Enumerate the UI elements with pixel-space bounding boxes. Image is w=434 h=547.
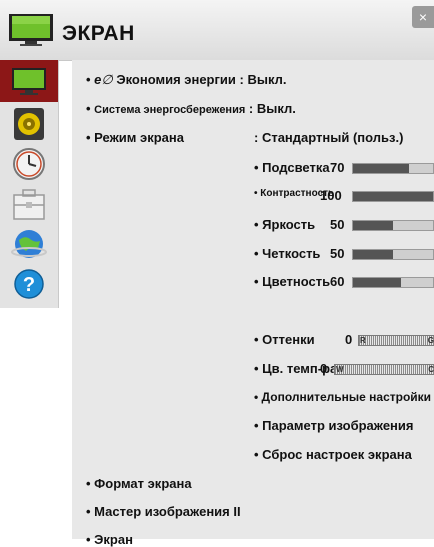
clock-icon [13, 148, 45, 180]
setting-slider[interactable] [352, 277, 434, 288]
setting-value: 60 [330, 274, 345, 289]
menu-item-aspect[interactable]: Формат экрана [86, 476, 192, 491]
advanced-label: Дополнительные настройки [261, 390, 432, 404]
page-title: ЭКРАН [62, 22, 135, 45]
tint-left-label: R [360, 336, 366, 345]
picture-menu-panel: ЭКРАН × ? • e∅ Экономия энергии: Выкл. … [0, 0, 434, 547]
mode-label: Режим экрана [94, 130, 184, 145]
menu-item-reset[interactable]: Сброс настроек экрана [254, 447, 412, 462]
tint-value: 0 [345, 332, 353, 347]
setting-slider[interactable] [352, 163, 434, 174]
menu-item-tint[interactable]: Оттенки [254, 332, 315, 347]
close-button[interactable]: × [412, 6, 434, 28]
setting-value: 100 [320, 188, 342, 203]
menu-item-picture-mode[interactable]: Режим экрана [86, 130, 184, 145]
menu-item-eco[interactable]: • e∅ Экономия энергии : Выкл. [86, 72, 286, 88]
leaf-icon: ∅ [101, 72, 117, 87]
menu-item-screen[interactable]: Экран [86, 532, 133, 547]
color-temp-left-label: W [336, 365, 344, 374]
setting-value: 70 [330, 160, 345, 175]
setting-label: Яркость [262, 217, 316, 232]
screen-label: Экран [94, 532, 133, 547]
help-icon: ? [14, 269, 44, 299]
tint-label: Оттенки [262, 332, 315, 347]
tint-right-label: G [427, 336, 434, 345]
menu-content: • e∅ Экономия энергии : Выкл. • Система … [72, 60, 434, 547]
eco-label: Экономия энергии : Выкл. [116, 72, 287, 87]
setting-value: 50 [330, 217, 345, 232]
globe-icon [11, 230, 47, 258]
category-tabs: ? [0, 60, 59, 308]
slider-fill [353, 164, 409, 173]
color-temp-slider[interactable]: W C [334, 364, 434, 375]
picture-option-label: Параметр изображения [262, 418, 414, 433]
menu-item-picture-option[interactable]: Параметр изображения [254, 418, 414, 433]
setting-label: Подсветка [262, 160, 330, 175]
setting-label: Цветность [262, 274, 331, 289]
menu-item-setting[interactable]: • Цветность [254, 274, 330, 289]
slider-fill [353, 278, 401, 287]
powersave-label: Система энергосбережения [94, 104, 246, 116]
menu-header: ЭКРАН × [0, 0, 434, 61]
setting-label: Четкость [262, 246, 321, 261]
tab-options[interactable] [10, 186, 48, 222]
speaker-icon [14, 108, 44, 140]
menu-item-wizard[interactable]: Мастер изображения II [86, 504, 241, 519]
color-temp-value: 0 [320, 361, 328, 376]
toolbox-icon [13, 189, 45, 220]
setting-slider[interactable] [352, 220, 434, 231]
menu-item-setting[interactable]: • Яркость [254, 217, 315, 232]
tab-sound[interactable] [10, 106, 48, 142]
powersave-value: : Выкл. [248, 101, 296, 116]
tab-network[interactable] [10, 226, 48, 262]
tab-picture[interactable] [0, 60, 58, 102]
mode-value: : Стандартный (польз.) [254, 130, 404, 145]
slider-fill [353, 221, 393, 230]
tab-time[interactable] [10, 146, 48, 182]
color-temp-right-label: C [428, 365, 434, 374]
tab-support[interactable]: ? [10, 266, 48, 302]
picture-icon [12, 68, 46, 95]
svg-text:?: ? [23, 274, 35, 296]
menu-item-power-save[interactable]: • Система энергосбережения : Выкл. [86, 101, 296, 116]
menu-item-setting[interactable]: • Четкость [254, 246, 320, 261]
slider-fill [353, 250, 393, 259]
wizard-label: Мастер изображения II [94, 504, 241, 519]
slider-fill [353, 192, 433, 201]
menu-item-advanced[interactable]: Дополнительные настройки [254, 390, 432, 404]
menu-item-setting[interactable]: • Подсветка [254, 160, 330, 175]
reset-label: Сброс настроек экрана [262, 447, 412, 462]
aspect-label: Формат экрана [94, 476, 192, 491]
bullet: • [86, 72, 95, 87]
tint-slider[interactable]: R G [358, 335, 434, 346]
tv-icon [9, 14, 53, 46]
setting-slider[interactable] [352, 191, 434, 202]
setting-slider[interactable] [352, 249, 434, 260]
setting-value: 50 [330, 246, 345, 261]
